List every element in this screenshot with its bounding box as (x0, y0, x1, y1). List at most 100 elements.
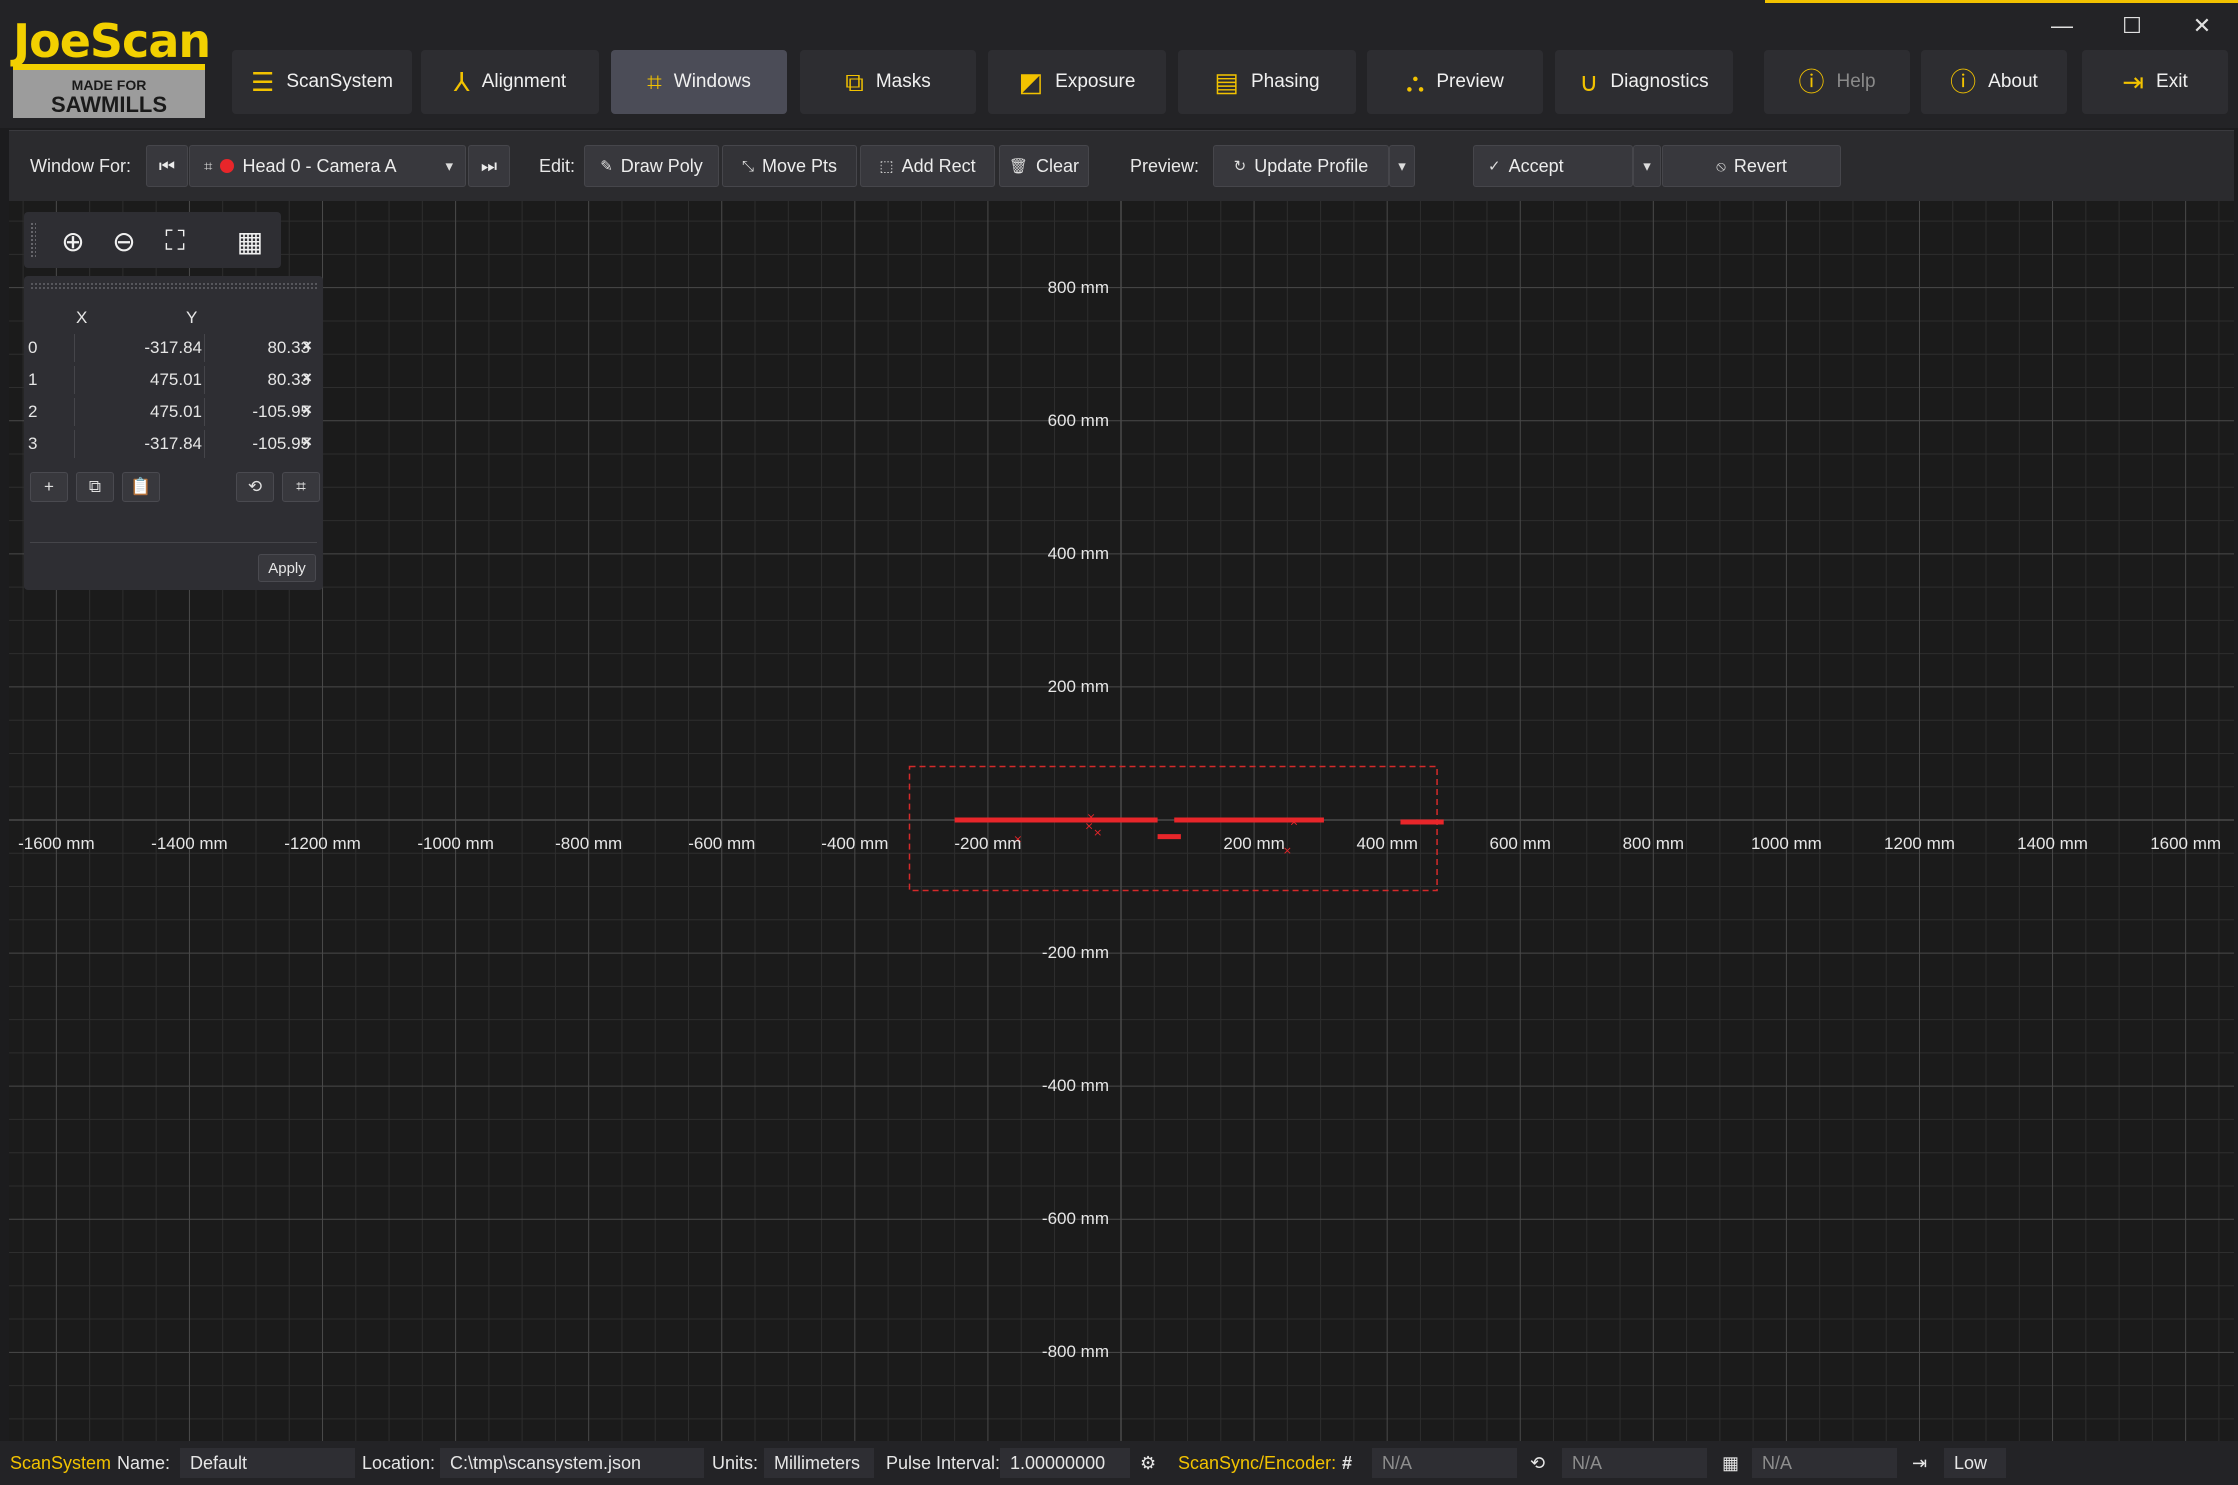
y-tick-label: 800 mm (1047, 277, 1109, 297)
table-row[interactable]: 3 -317.84 -105.95 × (24, 428, 323, 460)
nav-masks-button[interactable]: ⧉ Masks (800, 50, 976, 114)
nav-diagnostics-button[interactable]: ∪ Diagnostics (1555, 50, 1733, 114)
clear-button[interactable]: 🗑 Clear (999, 145, 1089, 187)
info-icon: ⓘ (1950, 67, 1977, 97)
revert-icon: ⦸ (1716, 157, 1726, 175)
revert-label: Revert (1733, 155, 1787, 176)
nav-preview-button[interactable]: ⛬ Preview (1367, 50, 1543, 114)
point-x-value[interactable]: 475.01 (64, 402, 202, 422)
maximize-icon[interactable]: ☐ (2108, 8, 2156, 44)
nav-exposure-label: Exposure (1055, 71, 1136, 92)
nav-about-button[interactable]: ⓘ About (1921, 50, 2067, 114)
fit-points-button[interactable]: ⌗ (282, 472, 320, 502)
polygon-points-panel: X Y 0 -317.84 80.33 × 1 475.01 80.33 × 2… (24, 276, 323, 590)
masks-icon: ⧉ (845, 67, 864, 97)
nav-scansystem-button[interactable]: ☰ ScanSystem (232, 50, 412, 114)
x-tick-label: 1000 mm (1750, 834, 1822, 853)
window-plot-area[interactable]: × × × × × × -1600 mm -1400 mm -1200 mm -1000 mm -… (9, 201, 2234, 1441)
delete-point-icon[interactable]: × (296, 368, 318, 388)
point-x-value[interactable]: -317.84 (64, 434, 202, 454)
status-scansystem: ScanSystem (10, 1453, 112, 1473)
logo-sawmills: SAWMILLS (50, 92, 168, 117)
scan-window-polygon (908, 765, 1438, 892)
list-icon: ☰ (251, 67, 275, 97)
table-row[interactable]: 2 475.01 -105.95 × (24, 396, 323, 428)
nav-windows-button[interactable]: ⌗ Windows (611, 50, 787, 114)
status-bar: ScanSystem Name: Default Location: C:\tm… (0, 1441, 2238, 1485)
status-pulse-label: Pulse Interval: (886, 1453, 1001, 1473)
profile-point-marker: × (1289, 815, 1298, 828)
skip-first-icon: ⏮ (158, 155, 176, 176)
x-tick-label: 1200 mm (1884, 834, 1955, 853)
delete-point-icon[interactable]: × (296, 400, 318, 420)
x-tick-label: -200 mm (954, 834, 1022, 853)
zoom-fit-icon[interactable]: ⛶ (154, 220, 196, 262)
nav-windows-label: Windows (673, 71, 751, 92)
help-icon: ⓘ (1798, 67, 1825, 97)
panel-drag-handle[interactable] (30, 282, 317, 290)
minimize-icon[interactable]: — (2038, 8, 2086, 44)
apply-button[interactable]: Apply (258, 554, 316, 582)
nav-about-label: About (1988, 71, 2038, 92)
point-y-value[interactable]: 80.33 (206, 370, 310, 390)
axes-icon: ⅄ (453, 67, 470, 97)
status-units-value: Millimeters (764, 1448, 874, 1478)
accept-label: Accept (1508, 155, 1564, 176)
add-point-button[interactable]: + (30, 472, 68, 502)
x-tick-label: -1000 mm (417, 834, 494, 853)
nav-alignment-label: Alignment (481, 71, 567, 92)
column-header-x: X (76, 308, 88, 327)
add-rect-button[interactable]: ⬚ Add Rect (860, 145, 995, 187)
move-pts-button[interactable]: ⤡ Move Pts (722, 145, 857, 187)
gear-icon[interactable]: ⚙ (1140, 1441, 1156, 1485)
logo-tagline: MADE FOR SAWMILLS (13, 70, 205, 118)
nav-help-button[interactable]: ⓘ Help (1764, 50, 1910, 114)
next-camera-button[interactable]: ⏭ (468, 145, 510, 187)
table-row[interactable]: 0 -317.84 80.33 × (24, 332, 323, 364)
status-name-value: Default (180, 1448, 355, 1478)
point-x-value[interactable]: -317.84 (64, 338, 202, 358)
zoom-in-icon[interactable]: ⊕ (52, 220, 94, 262)
status-level-value: Low (1944, 1448, 2006, 1478)
point-x-value[interactable]: 475.01 (64, 370, 202, 390)
paste-points-button[interactable]: 📋 (122, 472, 160, 502)
y-tick-label: 200 mm (1047, 676, 1109, 696)
delete-point-icon[interactable]: × (296, 336, 318, 356)
point-y-value[interactable]: -105.95 (206, 402, 310, 422)
delete-point-icon[interactable]: × (296, 432, 318, 452)
chevron-down-icon: ▾ (1398, 158, 1406, 175)
accept-button[interactable]: ✓ Accept (1473, 145, 1633, 187)
grid-toggle-icon[interactable]: ▦ (229, 220, 271, 262)
x-tick-label: -1400 mm (151, 834, 228, 853)
revert-button[interactable]: ⦸ Revert (1662, 145, 1841, 187)
nav-exit-label: Exit (2156, 71, 2188, 92)
plot-canvas[interactable]: × × × × × × (9, 201, 2234, 1441)
accept-dropdown[interactable]: ▾ (1633, 145, 1661, 187)
drag-grip-icon[interactable] (30, 222, 36, 258)
nav-alignment-button[interactable]: ⅄ Alignment (421, 50, 599, 114)
status-units-label: Units: (712, 1453, 759, 1473)
copy-points-button[interactable]: ⧉ (76, 472, 114, 502)
point-index: 2 (28, 402, 38, 421)
draw-poly-button[interactable]: ✎ Draw Poly (584, 145, 719, 187)
zoom-out-icon[interactable]: ⊖ (103, 220, 145, 262)
camera-select-dropdown[interactable]: ⌗ Head 0 - Camera A ▾ (189, 145, 466, 187)
update-profile-button[interactable]: ↻ Update Profile (1213, 145, 1389, 187)
reset-points-button[interactable]: ⟲ (236, 472, 274, 502)
profile-point-marker: × (1093, 826, 1102, 839)
nav-exposure-button[interactable]: ◩ Exposure (988, 50, 1166, 114)
nav-phasing-button[interactable]: ▤ Phasing (1178, 50, 1356, 114)
close-icon[interactable]: ✕ (2178, 8, 2226, 44)
point-y-value[interactable]: 80.33 (206, 338, 310, 358)
window-toolbar: Window For: ⏮ ⌗ Head 0 - Camera A ▾ ⏭ Ed… (9, 130, 2234, 202)
point-index: 0 (28, 338, 38, 357)
table-row[interactable]: 1 475.01 80.33 × (24, 364, 323, 396)
nav-scansystem-label: ScanSystem (286, 71, 393, 92)
chevron-down-icon: ▾ (445, 158, 453, 175)
status-field-2: N/A (1562, 1448, 1707, 1478)
update-profile-dropdown[interactable]: ▾ (1389, 145, 1415, 187)
nav-exit-button[interactable]: ⇥ Exit (2082, 50, 2228, 114)
previous-camera-button[interactable]: ⏮ (146, 145, 188, 187)
point-y-value[interactable]: -105.95 (206, 434, 310, 454)
status-pulse-value: 1.00000000 (1000, 1448, 1130, 1478)
